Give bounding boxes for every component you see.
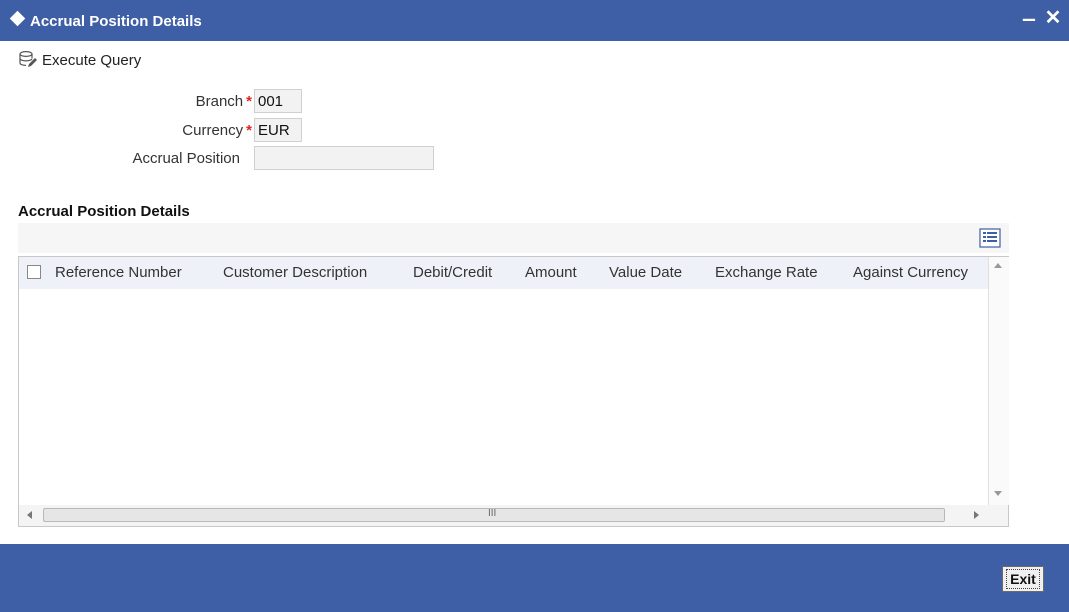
column-header-reference-number[interactable]: Reference Number [55,264,182,281]
scroll-grip: III [488,508,497,519]
column-header-debit-credit[interactable]: Debit/Credit [413,264,492,281]
vertical-scrollbar[interactable] [988,257,1009,505]
currency-label: Currency * [182,122,252,139]
scroll-right-icon[interactable] [974,511,979,519]
column-settings-icon[interactable] [979,228,1001,248]
column-header-value-date[interactable]: Value Date [609,264,682,281]
database-edit-icon [19,50,37,67]
horizontal-scroll-thumb[interactable]: III [43,508,945,522]
diamond-icon [9,10,26,27]
branch-label: Branch * [195,93,252,110]
window-title: Accrual Position Details [30,13,202,30]
grid-toolbar [18,223,1009,253]
grid-header: Reference Number Customer Description De… [19,257,988,289]
select-all-checkbox[interactable] [27,265,41,279]
branch-field[interactable]: 001 [254,89,302,113]
column-header-amount[interactable]: Amount [525,264,577,281]
exit-label: Exit [1006,569,1040,589]
required-mark: * [246,93,252,110]
accrual-grid: Reference Number Customer Description De… [18,256,1009,527]
close-icon[interactable]: ✕ [1041,6,1065,30]
footer-bar [0,544,1069,612]
scroll-left-icon[interactable] [27,511,32,519]
minimize-icon[interactable]: ‒ [1017,7,1041,31]
exit-button[interactable]: Exit [1002,566,1044,592]
column-header-customer-description[interactable]: Customer Description [223,264,367,281]
accrual-position-label: Accrual Position [132,150,240,167]
scroll-up-icon[interactable] [994,263,1002,268]
required-mark: * [246,122,252,139]
window-titlebar: Accrual Position Details ‒ ✕ [0,0,1069,41]
accrual-position-field[interactable] [254,146,434,170]
column-header-exchange-rate[interactable]: Exchange Rate [715,264,818,281]
column-header-against-currency[interactable]: Against Currency [853,264,968,281]
grid-section-title: Accrual Position Details [18,203,190,220]
horizontal-scrollbar[interactable]: III [19,505,1008,526]
scroll-down-icon[interactable] [994,491,1002,496]
execute-query-label: Execute Query [42,51,142,69]
currency-field[interactable]: EUR [254,118,302,142]
execute-query-button[interactable]: Execute Query [18,48,141,72]
toolbar [0,41,1069,77]
